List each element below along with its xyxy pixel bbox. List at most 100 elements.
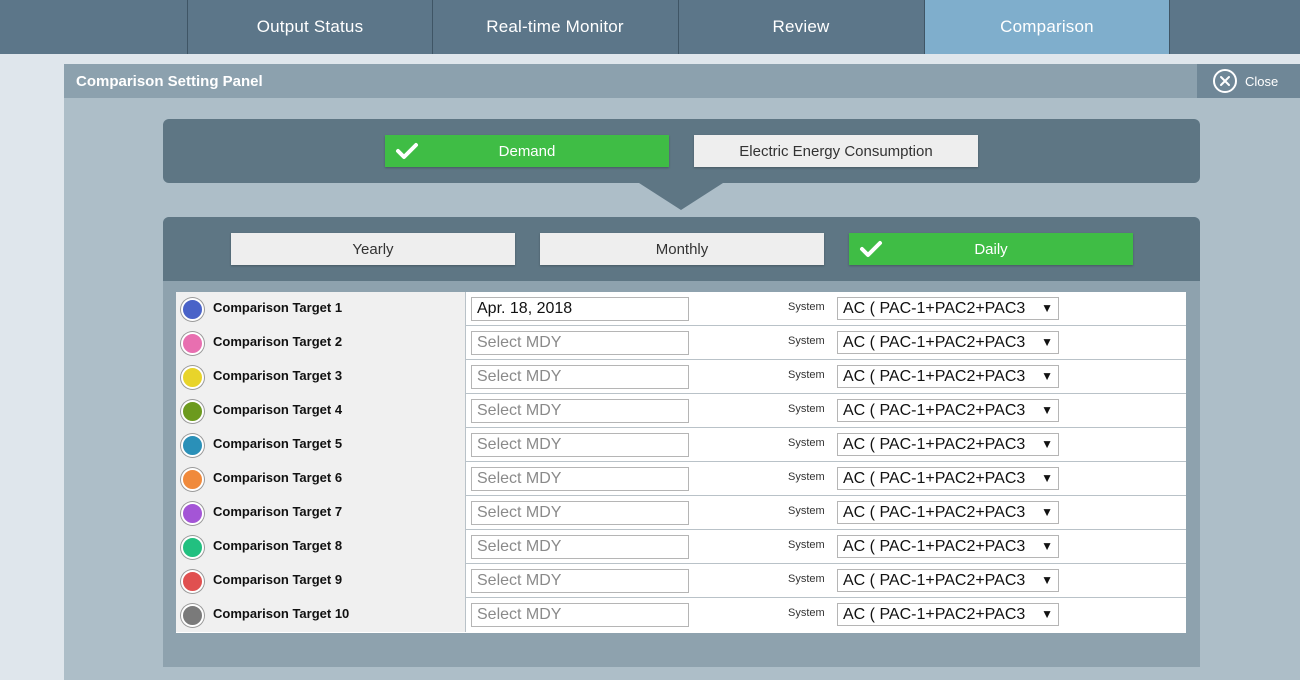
table-row-4: Comparison Target 4 System AC ( PAC-1+PA… bbox=[176, 394, 1186, 428]
close-icon bbox=[1213, 69, 1237, 93]
color-dot-icon bbox=[181, 332, 204, 355]
system-label: System bbox=[788, 607, 825, 619]
color-dot-icon bbox=[181, 570, 204, 593]
electric-energy-button[interactable]: Electric Energy Consumption bbox=[694, 135, 978, 167]
tab-divider bbox=[1169, 0, 1170, 54]
comparison-setting-panel: Comparison Setting Panel Close Demand El… bbox=[64, 64, 1300, 680]
color-dot-icon bbox=[181, 468, 204, 491]
monthly-label: Monthly bbox=[655, 240, 709, 258]
table-row-8: Comparison Target 8 System AC ( PAC-1+PA… bbox=[176, 530, 1186, 564]
date-input[interactable] bbox=[471, 535, 689, 559]
yearly-button[interactable]: Yearly bbox=[231, 233, 515, 265]
daily-button[interactable]: Daily bbox=[849, 233, 1133, 265]
dropdown-arrow-icon: ▼ bbox=[1041, 573, 1053, 587]
date-input[interactable] bbox=[471, 399, 689, 423]
left-background-strip bbox=[0, 54, 64, 680]
date-input[interactable] bbox=[471, 569, 689, 593]
target-name: Comparison Target 6 bbox=[213, 470, 343, 485]
color-dot-icon bbox=[181, 434, 204, 457]
system-select-value: AC ( PAC-1+PAC2+PAC3 bbox=[843, 333, 1026, 351]
target-name: Comparison Target 5 bbox=[213, 436, 343, 451]
date-input[interactable] bbox=[471, 467, 689, 491]
color-dot-icon bbox=[181, 366, 204, 389]
system-label: System bbox=[788, 369, 825, 381]
panel-title: Comparison Setting Panel bbox=[76, 73, 263, 90]
panel-header: Comparison Setting Panel Close bbox=[64, 64, 1300, 98]
color-dot-icon bbox=[181, 502, 204, 525]
system-select-value: AC ( PAC-1+PAC2+PAC3 bbox=[843, 503, 1026, 521]
system-select-value: AC ( PAC-1+PAC2+PAC3 bbox=[843, 435, 1026, 453]
dropdown-arrow-icon: ▼ bbox=[1041, 505, 1053, 519]
close-button[interactable]: Close bbox=[1197, 64, 1300, 98]
system-select[interactable]: AC ( PAC-1+PAC2+PAC3 ▼ bbox=[837, 297, 1059, 320]
system-label: System bbox=[788, 437, 825, 449]
color-dot-icon bbox=[181, 400, 204, 423]
system-select[interactable]: AC ( PAC-1+PAC2+PAC3 ▼ bbox=[837, 535, 1059, 558]
monthly-button[interactable]: Monthly bbox=[540, 233, 824, 265]
date-input[interactable] bbox=[471, 331, 689, 355]
dropdown-arrow-icon: ▼ bbox=[1041, 403, 1053, 417]
dropdown-arrow-icon: ▼ bbox=[1041, 369, 1053, 383]
system-select-value: AC ( PAC-1+PAC2+PAC3 bbox=[843, 401, 1026, 419]
system-select[interactable]: AC ( PAC-1+PAC2+PAC3 ▼ bbox=[837, 365, 1059, 388]
system-select[interactable]: AC ( PAC-1+PAC2+PAC3 ▼ bbox=[837, 501, 1059, 524]
target-name: Comparison Target 10 bbox=[213, 606, 350, 621]
system-select[interactable]: AC ( PAC-1+PAC2+PAC3 ▼ bbox=[837, 569, 1059, 592]
dropdown-arrow-icon: ▼ bbox=[1041, 437, 1053, 451]
tab-comparison[interactable]: Comparison bbox=[924, 0, 1169, 54]
target-label-cell: Comparison Target 2 bbox=[176, 326, 466, 360]
close-label: Close bbox=[1245, 73, 1279, 89]
target-name: Comparison Target 9 bbox=[213, 572, 343, 587]
system-select[interactable]: AC ( PAC-1+PAC2+PAC3 ▼ bbox=[837, 603, 1059, 626]
tab-output-status[interactable]: Output Status bbox=[187, 0, 432, 54]
target-label-cell: Comparison Target 9 bbox=[176, 564, 466, 598]
system-select-value: AC ( PAC-1+PAC2+PAC3 bbox=[843, 571, 1026, 589]
demand-label: Demand bbox=[498, 142, 556, 160]
target-label-cell: Comparison Target 6 bbox=[176, 462, 466, 496]
period-selector: Yearly Monthly Daily bbox=[163, 217, 1200, 281]
system-select-value: AC ( PAC-1+PAC2+PAC3 bbox=[843, 537, 1026, 555]
system-select-value: AC ( PAC-1+PAC2+PAC3 bbox=[843, 367, 1026, 385]
target-label-cell: Comparison Target 7 bbox=[176, 496, 466, 530]
date-input[interactable] bbox=[471, 297, 689, 321]
period-section: Yearly Monthly Daily Comparison Target 1… bbox=[163, 217, 1200, 667]
color-dot-icon bbox=[181, 536, 204, 559]
target-label-cell: Comparison Target 4 bbox=[176, 394, 466, 428]
system-label: System bbox=[788, 403, 825, 415]
color-dot-icon bbox=[181, 604, 204, 627]
table-row-5: Comparison Target 5 System AC ( PAC-1+PA… bbox=[176, 428, 1186, 462]
comparison-target-table: Comparison Target 1 System AC ( PAC-1+PA… bbox=[176, 292, 1186, 633]
date-input[interactable] bbox=[471, 365, 689, 389]
date-input[interactable] bbox=[471, 603, 689, 627]
tab-real-time-monitor[interactable]: Real-time Monitor bbox=[432, 0, 677, 54]
dropdown-arrow-icon: ▼ bbox=[1041, 471, 1053, 485]
target-label-cell: Comparison Target 3 bbox=[176, 360, 466, 394]
table-row-9: Comparison Target 9 System AC ( PAC-1+PA… bbox=[176, 564, 1186, 598]
dropdown-arrow-icon: ▼ bbox=[1041, 301, 1053, 315]
system-select[interactable]: AC ( PAC-1+PAC2+PAC3 ▼ bbox=[837, 331, 1059, 354]
table-row-3: Comparison Target 3 System AC ( PAC-1+PA… bbox=[176, 360, 1186, 394]
electric-energy-label: Electric Energy Consumption bbox=[739, 142, 933, 160]
system-select[interactable]: AC ( PAC-1+PAC2+PAC3 ▼ bbox=[837, 399, 1059, 422]
system-label: System bbox=[788, 335, 825, 347]
system-select-value: AC ( PAC-1+PAC2+PAC3 bbox=[843, 605, 1026, 623]
check-icon bbox=[860, 241, 882, 257]
target-label-cell: Comparison Target 8 bbox=[176, 530, 466, 564]
dropdown-arrow-icon: ▼ bbox=[1041, 607, 1053, 621]
check-icon bbox=[396, 143, 418, 159]
system-select[interactable]: AC ( PAC-1+PAC2+PAC3 ▼ bbox=[837, 467, 1059, 490]
daily-label: Daily bbox=[974, 240, 1008, 258]
selector-pointer bbox=[639, 183, 723, 210]
target-name: Comparison Target 1 bbox=[213, 300, 343, 315]
date-input[interactable] bbox=[471, 433, 689, 457]
table-row-7: Comparison Target 7 System AC ( PAC-1+PA… bbox=[176, 496, 1186, 530]
system-label: System bbox=[788, 573, 825, 585]
top-tab-bar: Output Status Real-time Monitor Review C… bbox=[0, 0, 1300, 54]
system-select[interactable]: AC ( PAC-1+PAC2+PAC3 ▼ bbox=[837, 433, 1059, 456]
demand-button[interactable]: Demand bbox=[385, 135, 669, 167]
target-name: Comparison Target 4 bbox=[213, 402, 343, 417]
dropdown-arrow-icon: ▼ bbox=[1041, 539, 1053, 553]
date-input[interactable] bbox=[471, 501, 689, 525]
system-label: System bbox=[788, 539, 825, 551]
tab-review[interactable]: Review bbox=[678, 0, 923, 54]
